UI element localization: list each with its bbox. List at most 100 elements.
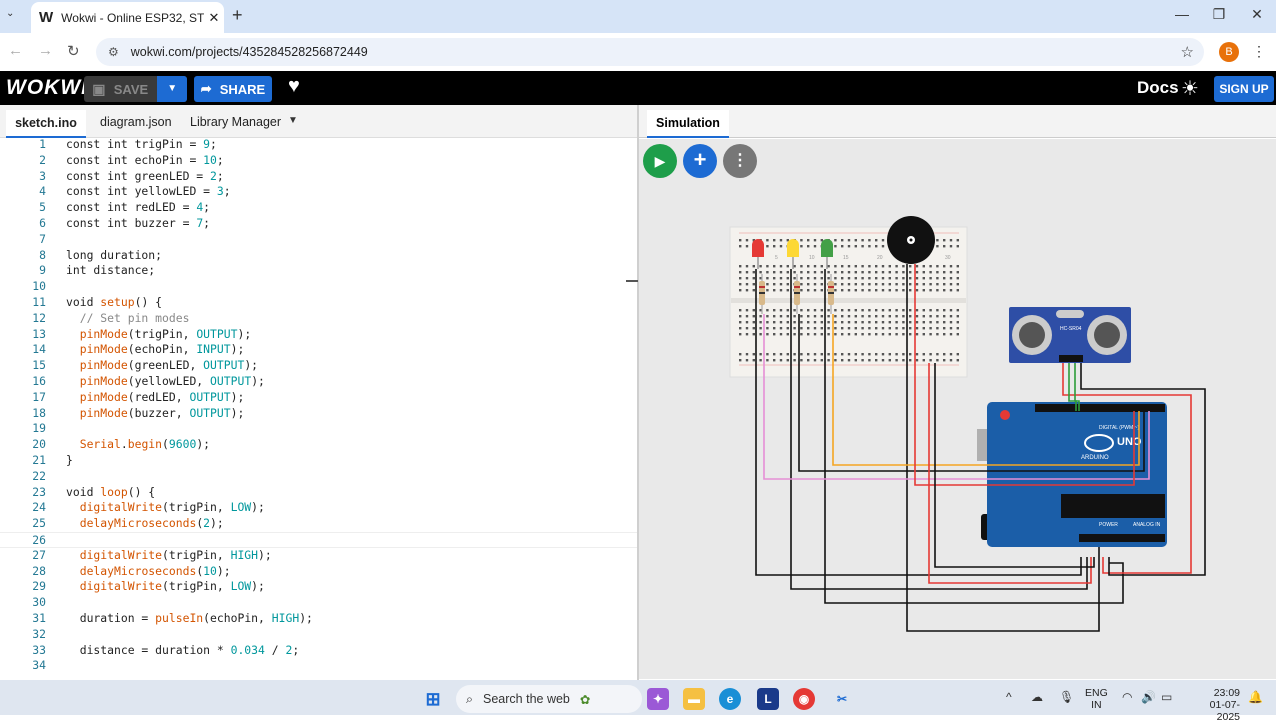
notification-icon[interactable]: 🔔 xyxy=(1248,690,1263,704)
breadboard-hole xyxy=(922,289,925,292)
onedrive-icon[interactable]: ☁ xyxy=(1031,690,1043,704)
code-line[interactable]: 8 long duration; xyxy=(0,248,637,264)
save-button[interactable]: ▣ SAVE ▼ xyxy=(84,76,188,102)
code-line[interactable]: 4 const int yellowLED = 3; xyxy=(0,184,637,200)
tab-list-icon[interactable]: ⌄ xyxy=(6,8,14,19)
code-line[interactable]: 23 void loop() { xyxy=(0,485,637,501)
breadboard-hole xyxy=(807,333,810,336)
code-line[interactable]: 31 duration = pulseIn(echoPin, HIGH); xyxy=(0,611,637,627)
code-line[interactable]: 1 const int trigPin = 9; xyxy=(0,139,637,153)
breadboard-hole xyxy=(773,309,776,312)
code-line[interactable]: 15 pinMode(greenLED, OUTPUT); xyxy=(0,358,637,374)
snipping-tool-icon[interactable]: ✂ xyxy=(831,688,853,710)
file-explorer-icon[interactable]: ▬ xyxy=(683,688,705,710)
browser-menu-icon[interactable]: ⋮ xyxy=(1252,43,1266,60)
code-line[interactable]: 16 pinMode(yellowLED, OUTPUT); xyxy=(0,374,637,390)
save-dropdown-icon[interactable]: ▼ xyxy=(157,76,188,102)
code-line[interactable]: 18 pinMode(buzzer, OUTPUT); xyxy=(0,406,637,422)
code-line[interactable]: 12 // Set pin modes xyxy=(0,311,637,327)
board-brand: ARDUINO xyxy=(1081,455,1109,461)
code-line[interactable]: 34 xyxy=(0,658,637,674)
copilot-icon[interactable]: ✦ xyxy=(647,688,669,710)
code-line[interactable]: 10 xyxy=(0,279,637,295)
heart-icon[interactable]: ♥ xyxy=(288,75,300,98)
code-line[interactable]: 11 void setup() { xyxy=(0,295,637,311)
code-editor[interactable]: 1 const int trigPin = 9; 2 const int echoPi… xyxy=(0,139,637,679)
code-line[interactable]: 9 int distance; xyxy=(0,263,637,279)
code-line[interactable]: 33 distance = duration * 0.034 / 2; xyxy=(0,643,637,659)
minimize-icon[interactable]: — xyxy=(1172,6,1192,22)
windows-start-icon[interactable]: ⊞ xyxy=(422,688,444,710)
code-line[interactable]: 14 pinMode(echoPin, INPUT); xyxy=(0,342,637,358)
volume-icon[interactable]: 🔊 xyxy=(1141,690,1156,704)
taskbar-search[interactable]: ⌕ Search the web ✿ xyxy=(456,685,642,713)
new-tab-button[interactable]: + xyxy=(232,5,243,26)
profile-avatar[interactable]: B xyxy=(1219,42,1239,62)
code-line[interactable]: 28 delayMicroseconds(10); xyxy=(0,564,637,580)
code-line[interactable]: 19 xyxy=(0,421,637,437)
close-tab-icon[interactable]: ✕ xyxy=(204,10,224,26)
tab-sketch-ino[interactable]: sketch.ino xyxy=(6,110,86,138)
code-line[interactable]: 32 xyxy=(0,627,637,643)
breadboard-hole xyxy=(881,283,885,286)
browser-tab[interactable]: W Wokwi - Online ESP32, STM32, ✕ xyxy=(31,2,224,33)
code-line[interactable]: 25 delayMicroseconds(2); xyxy=(0,516,637,532)
code-line[interactable]: 30 xyxy=(0,595,637,611)
code-line[interactable]: 29 digitalWrite(trigPin, LOW); xyxy=(0,579,637,595)
wokwi-logo[interactable]: WOKWI xyxy=(6,76,88,100)
theme-sun-icon[interactable]: ☀ xyxy=(1181,76,1199,101)
breadboard-hole xyxy=(875,309,878,312)
close-window-icon[interactable]: ✕ xyxy=(1247,6,1267,23)
sign-up-button[interactable]: SIGN UP xyxy=(1214,76,1274,102)
tray-chevron-icon[interactable]: ^ xyxy=(1006,690,1012,704)
breadboard-hole xyxy=(800,333,803,336)
back-icon[interactable]: ← xyxy=(8,42,23,59)
l-app-icon[interactable]: L xyxy=(757,688,779,710)
code-line[interactable]: 13 pinMode(trigPin, OUTPUT); xyxy=(0,327,637,343)
tab-diagram-json[interactable]: diagram.json xyxy=(100,115,172,129)
ultrasonic-sensor[interactable]: HC-SR04 xyxy=(1009,307,1131,363)
code-line[interactable]: 2 const int echoPin = 10; xyxy=(0,153,637,169)
code-line[interactable]: 27 digitalWrite(trigPin, HIGH); xyxy=(0,548,637,564)
language-indicator[interactable]: ENG IN xyxy=(1085,687,1108,711)
wifi-icon[interactable]: ◠ xyxy=(1122,690,1132,704)
code-line[interactable]: 21} xyxy=(0,453,637,469)
bookmark-star-icon[interactable]: ☆ xyxy=(1181,43,1194,61)
url-field[interactable]: ⚙ wokwi.com/projects/435284528256872449 … xyxy=(96,38,1204,66)
code-line[interactable]: 6 const int buzzer = 7; xyxy=(0,216,637,232)
code-line[interactable]: 7 xyxy=(0,232,637,248)
breadboard-hole xyxy=(915,315,919,318)
breadboard-hole xyxy=(834,353,837,356)
code-line[interactable]: 24 digitalWrite(trigPin, LOW); xyxy=(0,500,637,516)
code-line[interactable]: 22 xyxy=(0,469,637,485)
breadboard-hole xyxy=(854,327,857,330)
splitter-handle[interactable] xyxy=(626,280,638,282)
site-info-icon[interactable]: ⚙ xyxy=(108,45,119,59)
breadboard-hole xyxy=(888,271,891,274)
code-line[interactable]: 20 Serial.begin(9600); xyxy=(0,437,637,453)
breadboard-hole xyxy=(834,359,837,362)
code-line[interactable]: 5 const int redLED = 4; xyxy=(0,200,637,216)
breadboard-hole xyxy=(936,239,939,242)
docs-link[interactable]: Docs xyxy=(1137,78,1179,98)
restore-icon[interactable]: ❐ xyxy=(1209,6,1229,23)
code-line[interactable]: 17 pinMode(redLED, OUTPUT); xyxy=(0,390,637,406)
buzzer[interactable] xyxy=(887,216,935,264)
share-button[interactable]: ➦ SHARE xyxy=(194,76,272,102)
tabs-dropdown-icon[interactable]: ▼ xyxy=(288,115,298,126)
chrome-icon[interactable]: ◉ xyxy=(793,688,815,710)
edge-icon[interactable]: e xyxy=(719,688,741,710)
reload-icon[interactable]: ↻ xyxy=(67,42,80,60)
breadboard-hole xyxy=(888,277,891,280)
forward-icon[interactable]: → xyxy=(38,42,53,59)
microphone-icon[interactable]: 🎙 xyxy=(1059,690,1074,704)
breadboard-hole xyxy=(773,277,776,280)
taskbar-clock[interactable]: 23:09 01-07-2025 xyxy=(1188,687,1240,723)
tab-library-manager[interactable]: Library Manager xyxy=(190,115,281,129)
code-line[interactable]: 26 xyxy=(0,532,637,548)
code-line[interactable]: 3 const int greenLED = 2; xyxy=(0,169,637,185)
battery-icon[interactable]: ▭ xyxy=(1161,690,1172,704)
breadboard-hole xyxy=(902,265,905,268)
tab-simulation[interactable]: Simulation xyxy=(647,110,729,138)
breadboard-hole xyxy=(888,327,891,330)
